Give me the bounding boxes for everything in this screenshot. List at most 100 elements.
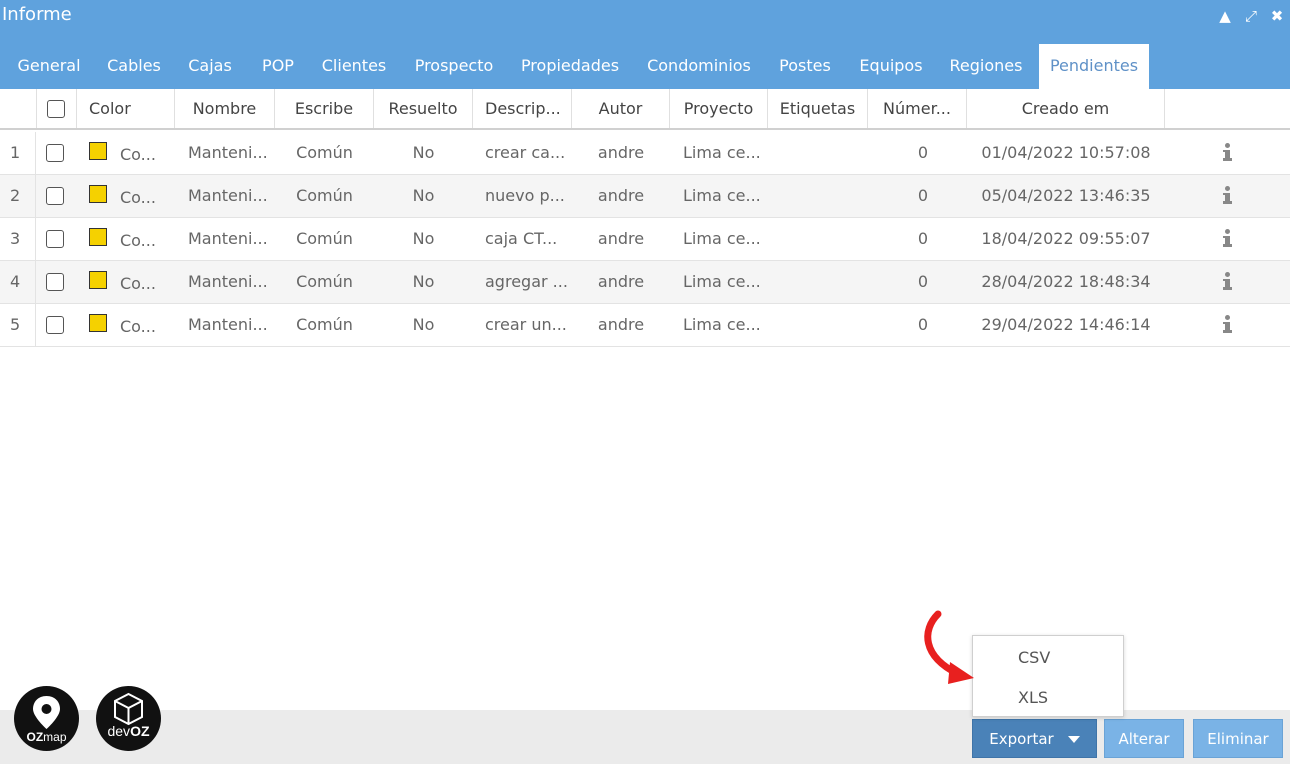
cell-nombre: Manteni... — [188, 229, 268, 248]
devoz-logo: devOZ — [96, 686, 161, 751]
table-row[interactable]: 3 Co... Manteni... Común No caja CT... a… — [0, 218, 1290, 261]
cell-etiquetas — [768, 175, 868, 217]
row-checkbox[interactable] — [46, 187, 64, 205]
tab-postes[interactable]: Postes — [768, 44, 842, 89]
export-csv-option[interactable]: CSV — [973, 638, 1123, 678]
cell-color-label: Co... — [120, 188, 156, 207]
cell-numero: 0 — [917, 143, 928, 162]
logo-text-b: map — [43, 730, 67, 744]
info-icon[interactable] — [1222, 186, 1232, 206]
row-number: 2 — [0, 175, 36, 217]
tab-cables[interactable]: Cables — [95, 44, 173, 89]
header-nombre[interactable]: Nombre — [175, 89, 275, 128]
cell-autor: andre — [597, 272, 645, 291]
tab-bar: General Cables Cajas POP Clientes Prospe… — [0, 34, 1290, 89]
cell-proyecto: Lima ce... — [683, 186, 761, 205]
info-icon[interactable] — [1222, 272, 1232, 292]
cell-proyecto: Lima ce... — [683, 272, 761, 291]
cell-escribe: Común — [296, 229, 353, 248]
cell-autor: andre — [597, 143, 645, 162]
logo-text-a: dev — [107, 723, 131, 739]
tab-regiones[interactable]: Regiones — [940, 44, 1032, 89]
cell-escribe: Común — [296, 315, 353, 334]
tab-cajas[interactable]: Cajas — [178, 44, 242, 89]
window-controls: ▲ ⤢ ✖ — [1216, 6, 1286, 26]
row-number: 1 — [0, 132, 36, 174]
cell-nombre: Manteni... — [188, 186, 268, 205]
color-swatch — [89, 314, 107, 332]
window-titlebar: Informe ▲ ⤢ ✖ — [0, 0, 1290, 34]
maximize-icon[interactable]: ⤢ — [1242, 6, 1260, 26]
color-swatch — [89, 228, 107, 246]
row-checkbox[interactable] — [46, 144, 64, 162]
color-swatch — [89, 185, 107, 203]
header-select-all — [37, 89, 77, 128]
tab-general[interactable]: General — [6, 44, 92, 89]
cell-color-label: Co... — [120, 317, 156, 336]
info-icon[interactable] — [1222, 143, 1232, 163]
info-icon[interactable] — [1222, 229, 1232, 249]
tab-pendientes[interactable]: Pendientes — [1039, 44, 1149, 89]
export-button[interactable]: Exportar — [972, 719, 1097, 758]
row-number: 5 — [0, 304, 36, 346]
cell-escribe: Común — [296, 143, 353, 162]
cell-numero: 0 — [917, 229, 928, 248]
cell-nombre: Manteni... — [188, 272, 268, 291]
row-checkbox[interactable] — [46, 273, 64, 291]
cell-numero: 0 — [917, 186, 928, 205]
tab-clientes[interactable]: Clientes — [312, 44, 396, 89]
export-button-label: Exportar — [989, 730, 1054, 748]
table-row[interactable]: 5 Co... Manteni... Común No crear un... … — [0, 304, 1290, 347]
select-all-checkbox[interactable] — [47, 100, 65, 118]
cell-autor: andre — [597, 315, 645, 334]
cell-resuelto: No — [412, 143, 435, 162]
header-rownum — [0, 89, 37, 128]
collapse-icon[interactable]: ▲ — [1216, 6, 1234, 26]
info-icon[interactable] — [1222, 315, 1232, 335]
row-checkbox[interactable] — [46, 230, 64, 248]
header-proyecto[interactable]: Proyecto — [670, 89, 768, 128]
header-descripcion[interactable]: Descrip... — [473, 89, 572, 128]
table-row[interactable]: 4 Co... Manteni... Común No agregar ... … — [0, 261, 1290, 304]
window-title: Informe — [2, 4, 72, 25]
cell-escribe: Común — [296, 272, 353, 291]
tab-pop[interactable]: POP — [250, 44, 306, 89]
row-number: 3 — [0, 218, 36, 260]
cell-descripcion: nuevo p... — [485, 186, 565, 205]
cell-descripcion: agregar ... — [485, 272, 567, 291]
tab-condominios[interactable]: Condominios — [636, 44, 762, 89]
alter-button[interactable]: Alterar — [1104, 719, 1184, 758]
table-row[interactable]: 2 Co... Manteni... Común No nuevo p... a… — [0, 175, 1290, 218]
cell-escribe: Común — [296, 186, 353, 205]
tab-prospecto[interactable]: Prospecto — [404, 44, 504, 89]
cell-resuelto: No — [412, 186, 435, 205]
tab-propiedades[interactable]: Propiedades — [512, 44, 628, 89]
export-xls-option[interactable]: XLS — [973, 678, 1123, 718]
table-row[interactable]: 1 Co... Manteni... Común No crear ca... … — [0, 132, 1290, 175]
close-icon[interactable]: ✖ — [1268, 6, 1286, 26]
header-color[interactable]: Color — [77, 89, 175, 128]
delete-button[interactable]: Eliminar — [1193, 719, 1283, 758]
cell-creado: 18/04/2022 09:55:07 — [981, 229, 1151, 248]
cell-creado: 28/04/2022 18:48:34 — [981, 272, 1151, 291]
export-menu: CSV XLS — [972, 635, 1124, 717]
row-checkbox[interactable] — [46, 316, 64, 334]
cell-proyecto: Lima ce... — [683, 143, 761, 162]
cell-descripcion: crear ca... — [485, 143, 566, 162]
cell-autor: andre — [597, 186, 645, 205]
header-autor[interactable]: Autor — [572, 89, 670, 128]
cell-numero: 0 — [917, 272, 928, 291]
header-numero[interactable]: Númer... — [868, 89, 967, 128]
logo-text-a: OZ — [26, 730, 44, 744]
tab-equipos[interactable]: Equipos — [848, 44, 934, 89]
caret-down-icon — [1067, 736, 1080, 743]
header-etiquetas[interactable]: Etiquetas — [768, 89, 868, 128]
color-swatch — [89, 142, 107, 160]
cell-numero: 0 — [917, 315, 928, 334]
cube-icon — [114, 692, 143, 726]
cell-autor: andre — [597, 229, 645, 248]
header-creado[interactable]: Creado em — [967, 89, 1165, 128]
header-escribe[interactable]: Escribe — [275, 89, 374, 128]
header-resuelto[interactable]: Resuelto — [374, 89, 473, 128]
grid-header: Color Nombre Escribe Resuelto Descrip...… — [0, 89, 1290, 130]
